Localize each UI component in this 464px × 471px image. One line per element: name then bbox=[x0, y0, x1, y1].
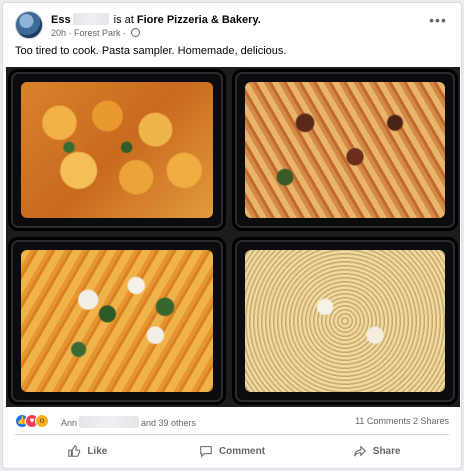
food-tray-ravioli bbox=[8, 69, 226, 231]
post-location[interactable]: Forest Park bbox=[74, 28, 121, 38]
ravioli-food bbox=[21, 82, 213, 218]
comment-label: Comment bbox=[218, 445, 266, 457]
comment-icon bbox=[200, 446, 212, 458]
share-button[interactable]: Share bbox=[304, 437, 449, 465]
post-photo[interactable] bbox=[6, 67, 460, 407]
food-tray-mafaldine bbox=[8, 237, 226, 405]
spaghetti-food bbox=[245, 250, 445, 392]
post-card: Ess is at Fiore Pizzeria & Bakery. 20h ·… bbox=[2, 2, 462, 469]
food-tray-spaghetti bbox=[232, 237, 458, 405]
author-name[interactable]: Ess bbox=[51, 14, 71, 26]
engagement-counts: 11 Comments 2 Shares bbox=[355, 416, 449, 426]
place-link[interactable]: Fiore Pizzeria & Bakery. bbox=[137, 14, 261, 26]
post-meta: 20h · Forest Park · bbox=[51, 28, 140, 38]
more-options-button[interactable]: ••• bbox=[427, 13, 449, 29]
share-label: Share bbox=[372, 445, 401, 457]
post-header: Ess is at Fiore Pizzeria & Bakery. 20h ·… bbox=[15, 11, 449, 45]
food-tray-bolognese bbox=[232, 69, 458, 231]
bolognese-food bbox=[245, 82, 445, 218]
action-bar: Like Comment Share bbox=[15, 437, 449, 465]
globe-icon bbox=[130, 28, 140, 37]
wow-icon: o bbox=[35, 414, 49, 428]
shares-count[interactable]: 2 Shares bbox=[413, 416, 449, 426]
redacted-name bbox=[72, 13, 109, 25]
like-label: Like bbox=[87, 445, 108, 457]
like-button[interactable]: Like bbox=[15, 437, 160, 465]
reactions-bar: 👍 ♥ o Ann and 39 others 11 Comments 2 Sha… bbox=[15, 414, 449, 430]
reactor-name: Ann bbox=[61, 418, 78, 428]
checkin-text: is at bbox=[113, 14, 134, 26]
thumbs-up-icon bbox=[68, 445, 81, 457]
post-text: Too tired to cook. Pasta sampler. Homema… bbox=[15, 45, 287, 57]
mafaldine-food bbox=[21, 250, 213, 392]
share-icon bbox=[354, 445, 366, 457]
reaction-icons[interactable]: 👍 ♥ o bbox=[15, 414, 57, 428]
comment-button[interactable]: Comment bbox=[160, 437, 305, 465]
avatar[interactable] bbox=[15, 11, 43, 39]
divider bbox=[15, 434, 449, 435]
redacted-reactor bbox=[79, 416, 140, 428]
reactor-others: and 39 others bbox=[141, 418, 197, 428]
reaction-names[interactable]: Ann and 39 others bbox=[61, 416, 196, 428]
post-author-line: Ess is at Fiore Pizzeria & Bakery. bbox=[51, 13, 261, 26]
comments-count[interactable]: 11 Comments bbox=[355, 416, 410, 426]
post-time[interactable]: 20h bbox=[51, 28, 66, 38]
